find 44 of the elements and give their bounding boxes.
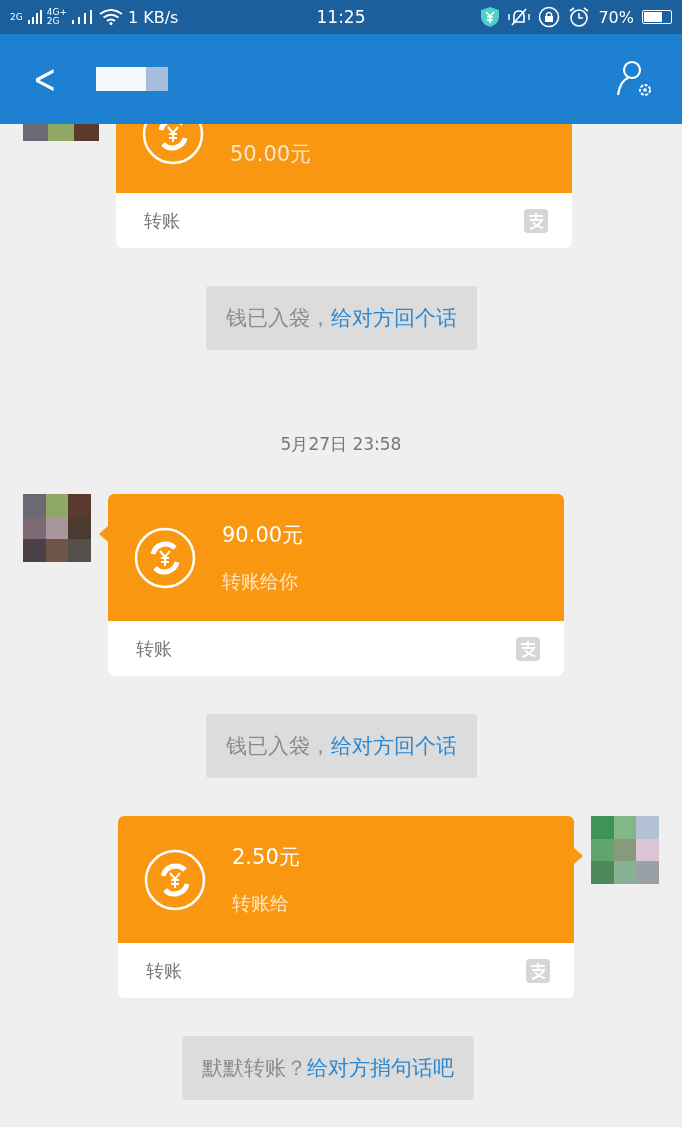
transfer-label: 转账 — [136, 636, 172, 661]
prompt-text: 钱已入袋， — [225, 734, 331, 758]
bubble-tail — [574, 848, 583, 864]
payment-logo-icon — [524, 208, 548, 233]
reply-link[interactable]: 给对方回个话 — [330, 306, 457, 330]
back-button[interactable]: < — [33, 56, 57, 102]
muted-bell-icon — [508, 7, 531, 27]
contact-settings-icon[interactable] — [614, 59, 654, 99]
wifi-icon — [98, 9, 123, 25]
battery-icon — [642, 10, 672, 24]
alarm-icon — [568, 6, 591, 28]
transfer-label: 转账 — [144, 208, 180, 233]
transfer-amount: 50.00元 — [230, 141, 312, 168]
transfer-card[interactable]: 2.50元 转账给 转账 — [118, 816, 574, 998]
transfer-icon — [144, 848, 206, 911]
payment-logo-icon — [516, 636, 540, 661]
transfer-note: 转账给 — [232, 890, 290, 916]
avatar-placeholder[interactable] — [23, 494, 91, 562]
prompt-text: 默默转账？ — [201, 1056, 307, 1080]
avatar-placeholder[interactable] — [23, 124, 99, 141]
reply-link[interactable]: 给对方捎句话吧 — [306, 1056, 454, 1080]
shield-icon — [480, 6, 501, 28]
prompt-text: 钱已入袋， — [225, 306, 331, 330]
bubble-tail — [99, 526, 108, 542]
reply-link[interactable]: 给对方回个话 — [330, 734, 457, 758]
network-label: 4G+ — [46, 8, 67, 17]
network-speed: 1 KB/s — [127, 7, 179, 27]
transfer-card[interactable]: 90.00元 转账给你 转账 — [108, 494, 564, 676]
network-label: 2G — [10, 12, 23, 22]
payment-logo-icon — [526, 958, 550, 983]
signal-icon — [71, 10, 94, 24]
battery-percent: 70% — [598, 7, 634, 27]
message-timestamp: 5月27日 23:58 — [280, 433, 402, 456]
transfer-amount: 2.50元 — [232, 843, 300, 871]
avatar-placeholder[interactable] — [591, 816, 659, 884]
signal-icon — [27, 10, 42, 24]
transfer-icon — [134, 526, 196, 589]
transfer-card[interactable]: 50.00元 转账 — [116, 124, 572, 248]
rotation-lock-icon — [538, 6, 561, 28]
transfer-note: 转账给你 — [222, 568, 299, 594]
transfer-label: 转账 — [146, 958, 182, 983]
network-label: 2G — [46, 17, 61, 26]
status-time: 11:25 — [316, 7, 366, 27]
transfer-amount: 90.00元 — [222, 521, 304, 549]
